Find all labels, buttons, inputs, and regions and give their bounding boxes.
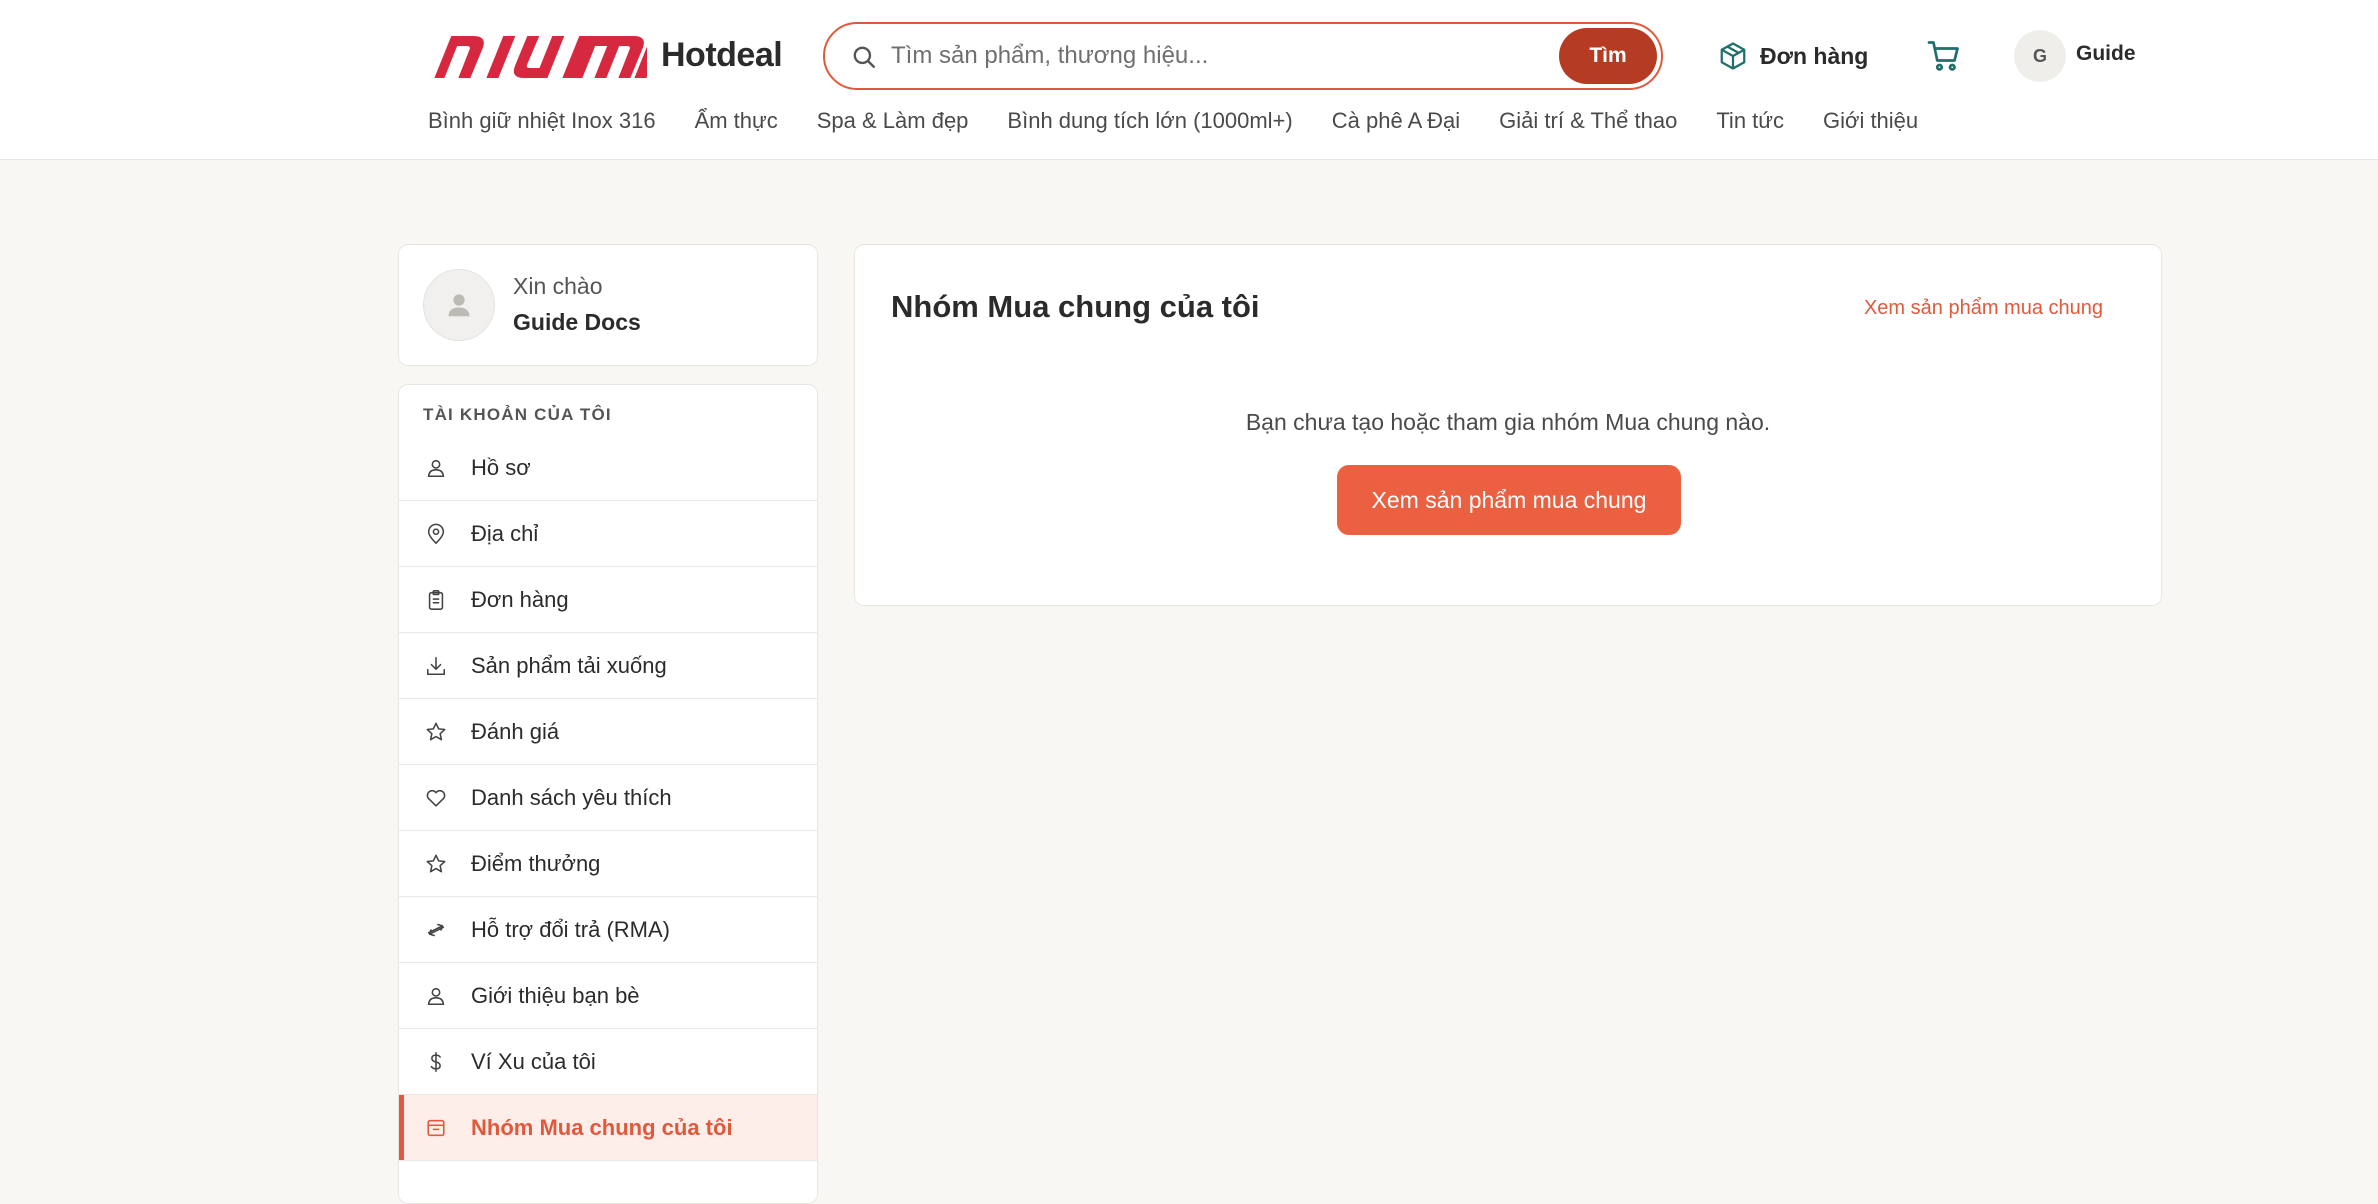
sidebar-item-reward-points[interactable]: Điểm thưởng [399, 831, 817, 897]
group-buy-panel: Nhóm Mua chung của tôi Xem sản phẩm mua … [854, 244, 2162, 606]
package-icon [1720, 42, 1746, 70]
sidebar-item-label: Đánh giá [471, 718, 560, 744]
nav-item-binh-dung-tich-lon[interactable]: Bình dung tích lớn (1000ml+) [1007, 108, 1292, 134]
sidebar-item-profile[interactable]: Hồ sơ [399, 435, 817, 501]
exchange-icon [427, 923, 445, 937]
sidebar-item-label: Hỗ trợ đổi trả (RMA) [471, 916, 671, 942]
menu-list: Hồ sơ Địa chỉ Đơn hàng Sản phẩm tải xuốn… [399, 435, 817, 1203]
greeting-text: Xin chào [513, 273, 603, 299]
sidebar-item-reviews[interactable]: Đánh giá [399, 699, 817, 765]
user-icon [427, 987, 445, 1006]
search-bar: Tìm [823, 22, 1663, 90]
avatar [423, 269, 495, 341]
star-icon [426, 854, 446, 873]
sidebar-item-rma[interactable]: Hỗ trợ đổi trả (RMA) [399, 897, 817, 963]
nav-item-binh-giu-nhiet[interactable]: Bình giữ nhiệt Inox 316 [428, 108, 656, 134]
greeting-card: Xin chào Guide Docs [398, 244, 818, 366]
search-button[interactable]: Tìm [1559, 28, 1657, 84]
orders-label: Đơn hàng [1760, 42, 1869, 69]
view-group-buy-products-button[interactable]: Xem sản phẩm mua chung [1337, 465, 1681, 535]
orders-link[interactable]: Đơn hàng [1718, 36, 1868, 76]
nav-item-gioi-thieu[interactable]: Giới thiệu [1823, 108, 1918, 134]
nav-item-giai-tri-the-thao[interactable]: Giải trí & Thể thao [1499, 108, 1677, 134]
sidebar-item-label: Sản phẩm tải xuống [471, 652, 667, 678]
user-placeholder-icon [448, 294, 470, 317]
heart-icon [426, 789, 446, 807]
sidebar-item-address[interactable]: Địa chỉ [399, 501, 817, 567]
sidebar-item-label: Nhóm Mua chung của tôi [471, 1114, 733, 1140]
sidebar-item-label: Ví Xu của tôi [471, 1048, 596, 1074]
search-input[interactable] [891, 36, 1511, 76]
nav-item-tin-tuc[interactable]: Tin tức [1716, 108, 1784, 134]
clipboard-icon [428, 590, 444, 610]
sidebar-item-label: Điểm thưởng [471, 850, 601, 876]
sidebar-item-label: Hồ sơ [471, 454, 531, 480]
sidebar-item-wallet[interactable]: Ví Xu của tôi [399, 1029, 817, 1095]
star-icon [426, 722, 446, 741]
search-icon [853, 46, 875, 68]
sidebar-item-label: Danh sách yêu thích [471, 784, 672, 810]
niumi-logo [427, 28, 647, 82]
cart-icon[interactable] [1926, 38, 1962, 74]
sidebar-item-group-buy[interactable]: Nhóm Mua chung của tôi [399, 1095, 817, 1161]
brand-name: Hotdeal [661, 35, 783, 74]
location-pin-icon [427, 523, 445, 545]
sidebar-item-wishlist[interactable]: Danh sách yêu thích [399, 765, 817, 831]
view-group-buy-products-link[interactable]: Xem sản phẩm mua chung [1864, 297, 2103, 320]
sidebar-item-label: Giới thiệu bạn bè [471, 982, 640, 1008]
user-icon [427, 459, 445, 478]
sidebar-item-orders[interactable]: Đơn hàng [399, 567, 817, 633]
nav-item-spa-lam-dep[interactable]: Spa & Làm đẹp [817, 108, 969, 134]
category-nav: Bình giữ nhiệt Inox 316 Ẩm thực Spa & Là… [428, 108, 1957, 134]
sidebar-item-label: Địa chỉ [471, 520, 539, 546]
nav-item-am-thuc[interactable]: Ẩm thực [695, 108, 778, 134]
menu-section-title: TÀI KHOẢN CỦA TÔI [423, 405, 612, 424]
sidebar-item-next[interactable] [399, 1161, 817, 1203]
download-icon [426, 656, 446, 676]
page-title: Nhóm Mua chung của tôi [891, 289, 1260, 324]
sidebar-item-downloads[interactable]: Sản phẩm tải xuống [399, 633, 817, 699]
sidebar-item-label: Đơn hàng [471, 586, 569, 612]
dollar-icon [430, 1052, 441, 1072]
user-name[interactable]: Guide [2076, 42, 2136, 66]
site-header: Hotdeal Tìm Đơn hàng G Guide Bình giữ nh… [0, 0, 2378, 160]
empty-state-message: Bạn chưa tạo hoặc tham gia nhóm Mua chun… [1245, 409, 1771, 435]
greeting-name: Guide Docs [513, 309, 641, 335]
group-buy-icon [427, 1119, 445, 1137]
account-menu: TÀI KHOẢN CỦA TÔI Hồ sơ Địa chỉ Đơn hàng… [398, 384, 818, 1204]
nav-item-ca-phe[interactable]: Cà phê A Đại [1332, 108, 1460, 134]
sidebar-item-referral[interactable]: Giới thiệu bạn bè [399, 963, 817, 1029]
site-logo[interactable]: Hotdeal [427, 28, 783, 82]
user-avatar[interactable]: G [2014, 30, 2066, 82]
